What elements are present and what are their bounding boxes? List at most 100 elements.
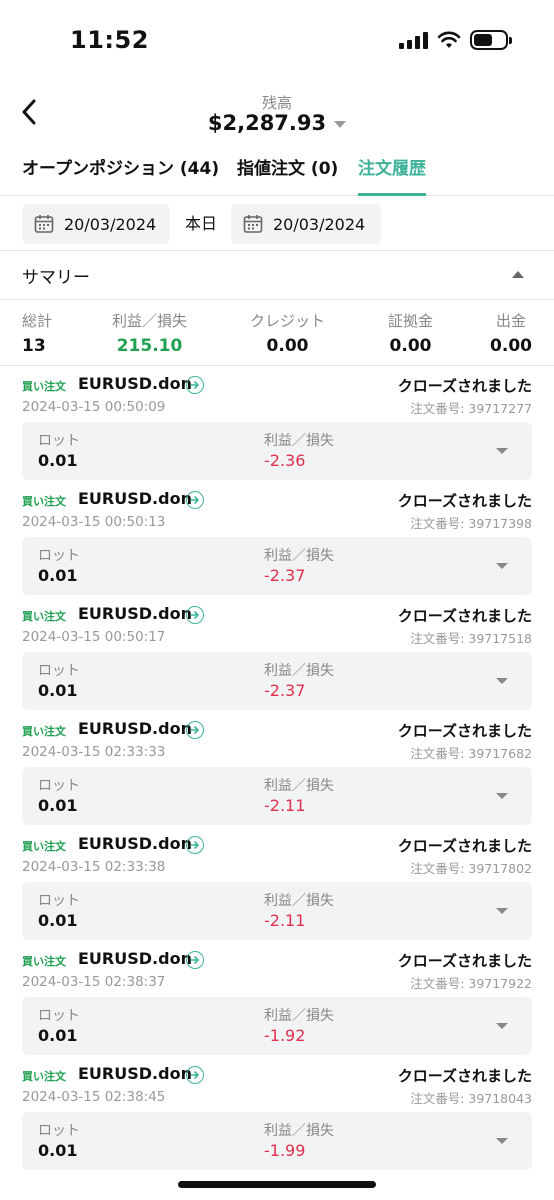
arrow-right-icon[interactable] xyxy=(186,606,204,624)
lot-label: ロット xyxy=(38,893,80,909)
order-type-badge: 買い注文 xyxy=(22,840,66,853)
order-time: 2024-03-15 00:50:13 xyxy=(22,514,166,530)
order-item: 買い注文 EURUSD.don クローズされました 2024-03-15 02:… xyxy=(0,832,554,947)
order-type-badge: 買い注文 xyxy=(22,495,66,508)
order-status: クローズされました xyxy=(397,492,532,510)
order-type-badge: 買い注文 xyxy=(22,955,66,968)
order-number: 注文番号: 39717922 xyxy=(410,976,532,991)
profit-loss-label: 利益／損失 xyxy=(264,893,334,909)
arrow-right-icon[interactable] xyxy=(186,836,204,854)
battery-icon xyxy=(470,30,512,50)
expand-caret-icon[interactable] xyxy=(496,908,508,914)
lot-label: ロット xyxy=(38,1008,80,1024)
order-history-list: 買い注文 EURUSD.don クローズされました 2024-03-15 00:… xyxy=(0,372,554,1177)
stat-total: 総計 13 xyxy=(22,310,52,356)
order-status: クローズされました xyxy=(397,952,532,970)
arrow-right-icon[interactable] xyxy=(186,491,204,509)
order-number: 注文番号: 39717682 xyxy=(410,746,532,761)
stat-value: 0.00 xyxy=(266,336,309,356)
lot-value: 0.01 xyxy=(38,911,78,930)
date-from-value: 20/03/2024 xyxy=(64,214,157,234)
lot-label: ロット xyxy=(38,548,80,564)
order-detail-card[interactable]: ロット 0.01 利益／損失 -1.99 xyxy=(22,1112,532,1170)
header: 残高 $2,287.93 xyxy=(0,84,554,144)
profit-loss-value: -2.37 xyxy=(264,681,306,700)
stat-value: 215.10 xyxy=(116,336,183,356)
arrow-right-icon[interactable] xyxy=(186,376,204,394)
calendar-icon xyxy=(243,215,263,233)
order-status: クローズされました xyxy=(397,722,532,740)
stat-label: クレジット xyxy=(250,312,326,330)
order-item: 買い注文 EURUSD.don クローズされました 2024-03-15 00:… xyxy=(0,487,554,602)
expand-caret-icon[interactable] xyxy=(496,448,508,454)
tab-bar: オープンポジション (44) 指値注文 (0) 注文履歴 xyxy=(0,150,554,196)
wifi-icon xyxy=(437,31,461,48)
order-symbol[interactable]: EURUSD.don xyxy=(78,374,192,393)
stat-label: 出金 xyxy=(496,312,527,330)
order-item: 買い注文 EURUSD.don クローズされました 2024-03-15 02:… xyxy=(0,1062,554,1177)
order-number: 注文番号: 39718043 xyxy=(410,1091,532,1106)
order-symbol[interactable]: EURUSD.don xyxy=(78,1064,192,1083)
order-detail-card[interactable]: ロット 0.01 利益／損失 -2.37 xyxy=(22,537,532,595)
date-to-picker[interactable]: 20/03/2024 xyxy=(231,204,381,244)
arrow-right-icon[interactable] xyxy=(186,951,204,969)
status-bar: 11:52 xyxy=(0,0,554,80)
order-symbol[interactable]: EURUSD.don xyxy=(78,719,192,738)
arrow-right-icon[interactable] xyxy=(186,1066,204,1084)
expand-caret-icon[interactable] xyxy=(496,1023,508,1029)
order-detail-card[interactable]: ロット 0.01 利益／損失 -2.11 xyxy=(22,767,532,825)
profit-loss-value: -1.92 xyxy=(264,1026,306,1045)
order-number: 注文番号: 39717398 xyxy=(410,516,532,531)
order-detail-card[interactable]: ロット 0.01 利益／損失 -2.37 xyxy=(22,652,532,710)
order-time: 2024-03-15 00:50:17 xyxy=(22,629,166,645)
order-number: 注文番号: 39717277 xyxy=(410,401,532,416)
order-item: 買い注文 EURUSD.don クローズされました 2024-03-15 00:… xyxy=(0,372,554,487)
order-detail-card[interactable]: ロット 0.01 利益／損失 -1.92 xyxy=(22,997,532,1055)
profit-loss-label: 利益／損失 xyxy=(264,1008,334,1024)
lot-label: ロット xyxy=(38,778,80,794)
caret-up-icon xyxy=(512,271,524,278)
summary-toggle[interactable]: サマリー xyxy=(0,250,554,300)
stat-value: 13 xyxy=(22,336,46,356)
tab-order-history[interactable]: 注文履歴 xyxy=(358,150,426,196)
order-symbol[interactable]: EURUSD.don xyxy=(78,604,192,623)
tab-open-positions[interactable]: オープンポジション (44) xyxy=(22,150,219,196)
expand-caret-icon[interactable] xyxy=(496,678,508,684)
lot-value: 0.01 xyxy=(38,566,78,585)
order-symbol[interactable]: EURUSD.don xyxy=(78,949,192,968)
stat-profit-loss: 利益／損失 215.10 xyxy=(112,310,187,356)
lot-label: ロット xyxy=(38,1123,80,1139)
status-icons xyxy=(399,30,512,50)
stat-value: 0.00 xyxy=(389,336,432,356)
profit-loss-label: 利益／損失 xyxy=(264,778,334,794)
order-status: クローズされました xyxy=(397,837,532,855)
profit-loss-value: -2.37 xyxy=(264,566,306,585)
order-detail-card[interactable]: ロット 0.01 利益／損失 -2.11 xyxy=(22,882,532,940)
home-indicator[interactable] xyxy=(178,1181,376,1188)
stat-label: 総計 xyxy=(22,312,53,330)
profit-loss-label: 利益／損失 xyxy=(264,663,334,679)
tab-limit-orders[interactable]: 指値注文 (0) xyxy=(237,150,338,196)
date-from-picker[interactable]: 20/03/2024 xyxy=(22,204,170,244)
lot-value: 0.01 xyxy=(38,1141,78,1160)
profit-loss-value: -2.36 xyxy=(264,451,306,470)
caret-down-icon xyxy=(334,120,347,128)
expand-caret-icon[interactable] xyxy=(496,1138,508,1144)
expand-caret-icon[interactable] xyxy=(496,563,508,569)
order-symbol[interactable]: EURUSD.don xyxy=(78,834,192,853)
expand-caret-icon[interactable] xyxy=(496,793,508,799)
order-status: クローズされました xyxy=(397,1067,532,1085)
balance-selector[interactable]: $2,287.93 xyxy=(0,111,554,135)
summary-stats: 総計 13 利益／損失 215.10 クレジット 0.00 証拠金 0.00 出… xyxy=(0,308,554,366)
profit-loss-label: 利益／損失 xyxy=(264,1123,334,1139)
arrow-right-icon[interactable] xyxy=(186,721,204,739)
order-symbol[interactable]: EURUSD.don xyxy=(78,489,192,508)
profit-loss-value: -2.11 xyxy=(264,796,306,815)
order-time: 2024-03-15 00:50:09 xyxy=(22,399,166,415)
order-detail-card[interactable]: ロット 0.01 利益／損失 -2.36 xyxy=(22,422,532,480)
order-type-badge: 買い注文 xyxy=(22,725,66,738)
stat-label: 証拠金 xyxy=(388,312,434,330)
balance-label: 残高 xyxy=(261,94,292,112)
order-number: 注文番号: 39717802 xyxy=(410,861,532,876)
date-separator: 本日 xyxy=(185,214,218,233)
